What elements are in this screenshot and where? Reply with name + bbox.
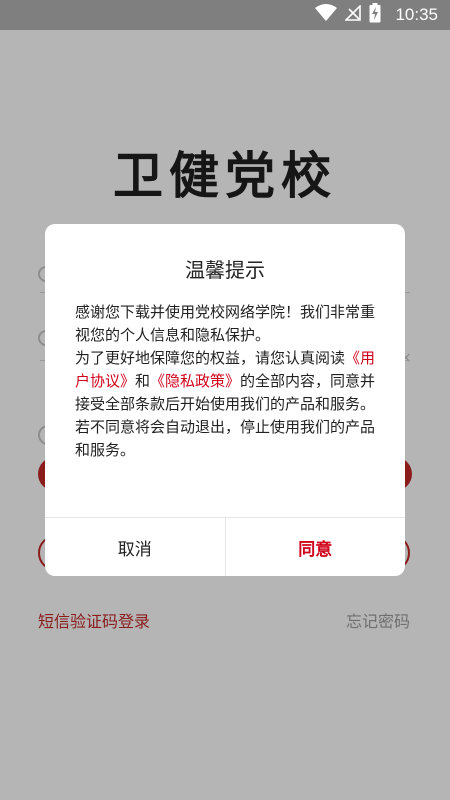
- wifi-icon: [315, 4, 338, 26]
- privacy-dialog: 温馨提示 感谢您下载并使用党校网络学院！我们非常重视您的个人信息和隐私保护。 为…: [45, 224, 405, 576]
- status-icons: 10:35: [315, 0, 438, 30]
- dialog-paragraph-1: 感谢您下载并使用党校网络学院！我们非常重视您的个人信息和隐私保护。: [75, 303, 376, 344]
- dialog-footer: 取消 同意: [45, 517, 405, 576]
- dialog-paragraph-3: 若不同意将会自动退出，停止使用我们的产品和服务。: [75, 418, 376, 459]
- privacy-policy-link[interactable]: 《隐私政策》: [150, 372, 240, 390]
- agree-button[interactable]: 同意: [226, 518, 406, 576]
- dialog-body: 感谢您下载并使用党校网络学院！我们非常重视您的个人信息和隐私保护。 为了更好地保…: [75, 301, 381, 462]
- and-text: 和: [135, 372, 151, 390]
- app-logo: 卫健党校: [113, 146, 337, 205]
- signal-icon: [344, 4, 362, 25]
- battery-icon: [369, 3, 381, 27]
- status-time: 10:35: [395, 5, 438, 24]
- sms-login-link[interactable]: 短信验证码登录: [38, 608, 150, 632]
- status-bar: 10:35: [0, 0, 450, 30]
- cancel-button[interactable]: 取消: [45, 518, 226, 576]
- dialog-paragraph-2: 为了更好地保障您的权益，请您认真阅读《用户协议》和《隐私政策》的全部内容，同意并…: [75, 347, 381, 416]
- para2-prefix: 为了更好地保障您的权益，请您认真阅读: [75, 349, 346, 367]
- dialog-title: 温馨提示: [185, 258, 265, 282]
- forgot-password-link[interactable]: 忘记密码: [346, 608, 410, 632]
